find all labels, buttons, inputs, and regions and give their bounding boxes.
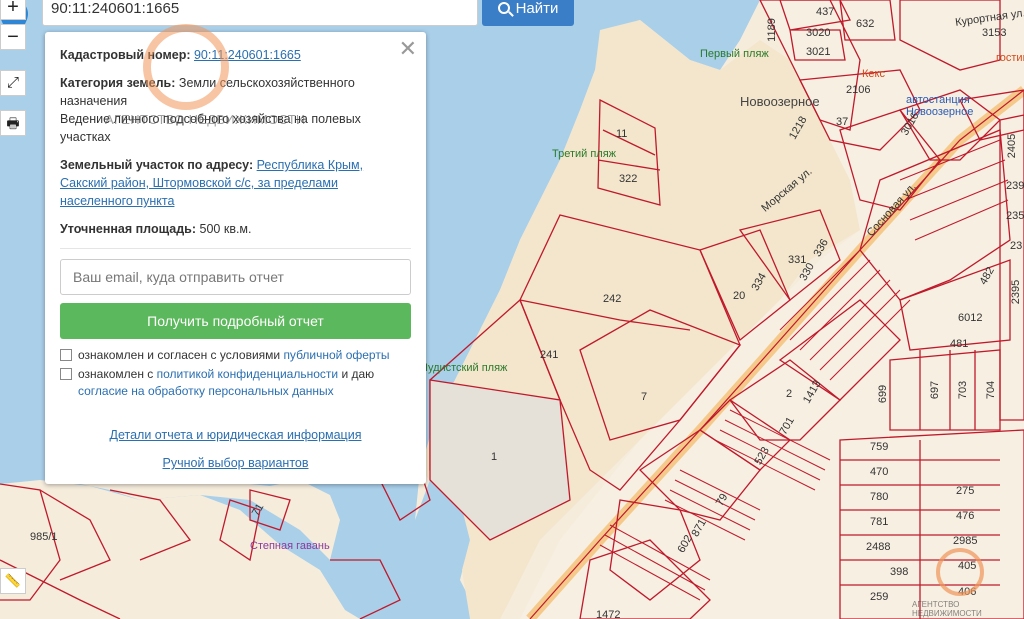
parcel-label: 3021 — [806, 46, 831, 58]
cadastral-row: Кадастровый номер: 90:11:240601:1665 — [60, 46, 411, 64]
parcel-label: 241 — [540, 349, 559, 361]
address-label: Земельный участок по адресу: — [60, 158, 254, 172]
area-label: Уточненная площадь: — [60, 222, 197, 236]
parcel-label: 37 — [836, 116, 849, 128]
parcel-label: 3153 — [982, 27, 1007, 39]
parcel-label: 3020 — [806, 27, 831, 39]
parcel-label: 703 — [957, 380, 970, 400]
parcel-label: 697 — [929, 380, 942, 400]
close-icon[interactable]: ✕ — [399, 36, 417, 62]
offer-text: ознакомлен и согласен с условиями — [78, 348, 284, 362]
privacy-checkbox[interactable] — [60, 368, 72, 380]
parcel-label: 7 — [641, 391, 648, 403]
parcel-label: 23 — [1010, 240, 1023, 252]
parcel-label: 1472 — [596, 609, 621, 619]
watermark-logo-icon — [936, 548, 984, 596]
parcel-label: 2 — [786, 388, 793, 400]
privacy-link[interactable]: политикой конфиденциальности — [157, 367, 338, 381]
parcel-label: 2488 — [866, 541, 891, 553]
cafe-label[interactable]: Кекс — [862, 68, 885, 80]
privacy-checkbox-row[interactable]: ознакомлен с политикой конфиденциальност… — [60, 366, 411, 400]
parcel-label: 2395 — [1010, 279, 1023, 305]
search-icon — [497, 2, 510, 14]
parcel-label: 2106 — [846, 84, 871, 96]
cadastral-search-input[interactable]: 90:11:240601:1665 — [42, 0, 478, 26]
parcel-label: 985/1 — [30, 531, 58, 543]
parcel-label: 322 — [619, 173, 638, 185]
privacy-text-2: и даю — [338, 367, 375, 381]
search-button-label: Найти — [515, 0, 559, 17]
privacy-text: ознакомлен с — [78, 367, 157, 381]
parcel-label: 699 — [877, 384, 890, 404]
offer-checkbox[interactable] — [60, 349, 72, 361]
parcel-label: 437 — [816, 6, 835, 18]
parcel-label: 781 — [870, 516, 889, 528]
parcel-label: 780 — [870, 491, 889, 503]
beach-label[interactable]: Нудистский пляж — [420, 362, 507, 374]
parcel-label: 398 — [890, 566, 909, 578]
watermark-logo-icon — [143, 24, 229, 110]
parcel-label: 759 — [870, 441, 889, 453]
area-row: Уточненная площадь: 500 кв.м. — [60, 220, 411, 238]
harbor-label[interactable]: Степная гавань — [250, 540, 330, 552]
ruler-button[interactable]: 📏 — [0, 568, 26, 594]
hotel-label[interactable]: гостиница — [996, 52, 1024, 64]
parcel-label: 275 — [956, 485, 975, 497]
parcel-label: 11 — [616, 128, 628, 140]
parcel-label: 1189 — [765, 18, 778, 42]
email-field[interactable]: Ваш email, куда отправить отчет — [60, 259, 411, 295]
parcel-label: 20 — [733, 290, 746, 302]
place-label: Новоозерное — [740, 94, 820, 109]
parcel-info-popup: АГЕНТСТВО НЕДВИЖИМОСТИ ✕ Кадастровый ном… — [45, 24, 426, 484]
parcel-label: 632 — [856, 18, 875, 30]
divider — [60, 248, 411, 249]
parcel-label: 239 — [1006, 180, 1024, 192]
parcel-label: 481 — [950, 338, 969, 350]
details-link[interactable]: Детали отчета и юридическая информация — [60, 428, 411, 442]
address-row: Земельный участок по адресу: Республика … — [60, 156, 411, 210]
parcel-label: 2985 — [953, 535, 978, 547]
watermark-corner-text: АГЕНТСТВО НЕДВИЖИМОСТИ — [912, 600, 982, 618]
parcel-label: 259 — [870, 591, 889, 603]
parcel-label: 6012 — [958, 312, 983, 324]
manual-selection-link[interactable]: Ручной выбор вариантов — [60, 456, 411, 470]
area-value: 500 кв.м. — [199, 222, 252, 236]
parcel-label: 704 — [985, 380, 998, 400]
zoom-out-button[interactable]: − — [0, 24, 26, 50]
bus-station-label[interactable]: автостанция Новоозерное — [906, 94, 990, 118]
consent-link[interactable]: согласие на обработку персональных данны… — [78, 384, 334, 398]
get-report-button[interactable]: Получить подробный отчет — [60, 303, 411, 339]
search-button[interactable]: Найти — [482, 0, 574, 26]
parcel-label: 470 — [870, 466, 889, 478]
parcel-label: 235 — [1006, 210, 1024, 222]
beach-label[interactable]: Первый пляж — [700, 48, 769, 60]
zoom-in-button[interactable]: + — [0, 0, 26, 20]
offer-checkbox-row[interactable]: ознакомлен и согласен с условиями публич… — [60, 347, 411, 364]
offer-link[interactable]: публичной оферты — [283, 348, 389, 362]
beach-label[interactable]: Третий пляж — [552, 148, 616, 160]
category-row: Категория земель: Земли сельскохозяйстве… — [60, 74, 411, 110]
print-button[interactable]: 🖶 — [0, 110, 26, 136]
parcel-label: 242 — [603, 293, 622, 305]
watermark-text: АГЕНТСТВО НЕДВИЖИМОСТИ — [105, 112, 306, 127]
parcel-label: 2405 — [1006, 133, 1019, 159]
parcel-label: 1 — [491, 451, 498, 463]
parcel-label: 476 — [956, 510, 975, 522]
fullscreen-button[interactable]: ⤢ — [0, 70, 26, 96]
